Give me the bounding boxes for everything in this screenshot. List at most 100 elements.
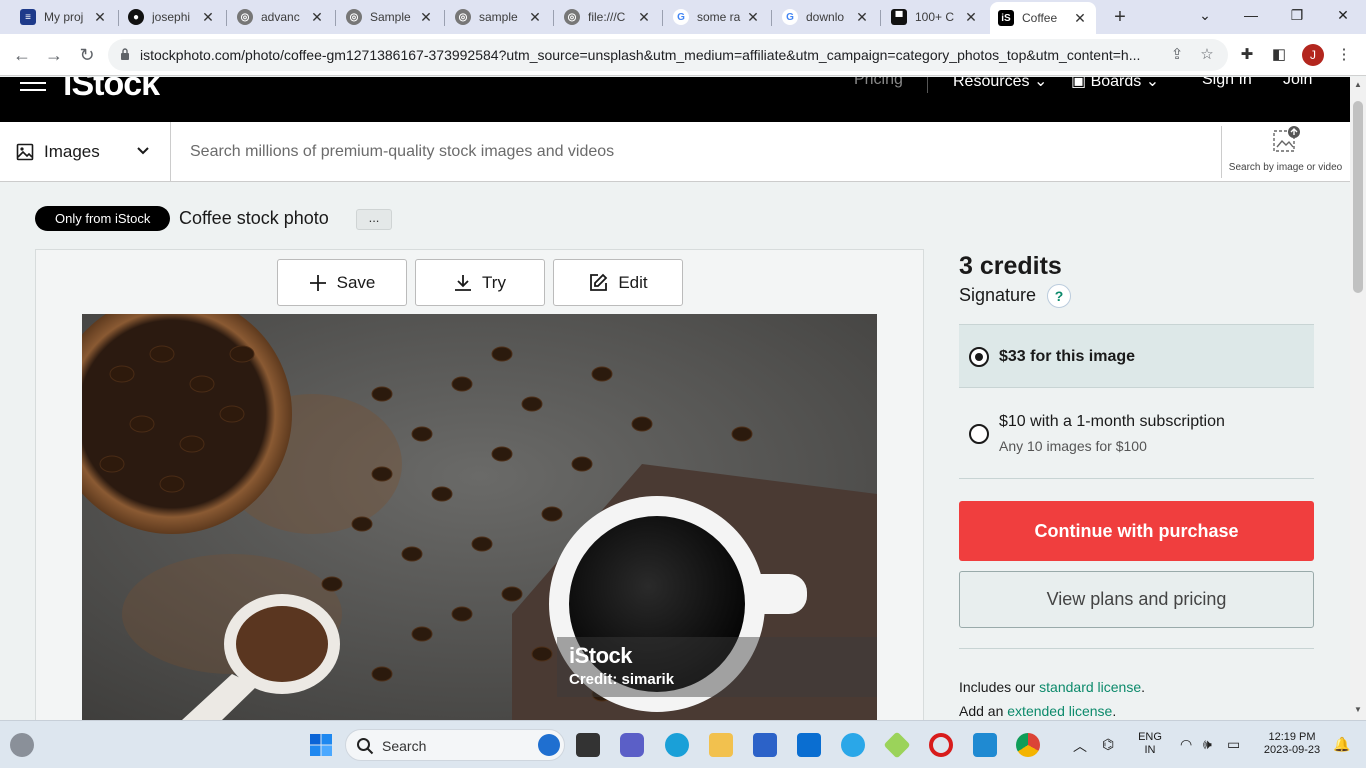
window-close-icon[interactable]: ✕ (1320, 0, 1366, 34)
close-icon[interactable]: ✕ (527, 9, 543, 26)
browser-tab[interactable]: ◎ sample ✕ (447, 2, 551, 32)
myhp-icon[interactable] (797, 733, 821, 757)
menu-kebab-icon[interactable]: ⋮ (1335, 46, 1353, 64)
browser-tab[interactable]: ◎ file:///C ✕ (556, 2, 660, 32)
kanban-icon: ≡ (20, 9, 36, 25)
tab-title: file:///C (588, 10, 626, 24)
taskbar: Search ︿ ⌬ ENG IN ◠ 🕪 ▭ 12:19 PM 2023-09… (0, 720, 1366, 768)
reload-icon[interactable]: ↻ (75, 43, 99, 67)
close-icon[interactable]: ✕ (745, 9, 761, 26)
browser-tab[interactable]: G downlo ✕ (774, 2, 878, 32)
save-button[interactable]: Save (277, 259, 407, 306)
chrome-icon[interactable] (1016, 733, 1040, 757)
search-by-image-button[interactable]: Search by image or video (1221, 126, 1349, 178)
wifi-icon[interactable]: ◠ (1180, 736, 1192, 753)
side-panel-icon[interactable]: ◧ (1270, 46, 1288, 64)
edit-pencil-icon (590, 273, 608, 291)
new-tab-button[interactable]: + (1108, 5, 1132, 29)
clock[interactable]: 12:19 PM 2023-09-23 (1258, 731, 1326, 757)
back-arrow-icon[interactable]: ← (10, 43, 34, 67)
media-type-select[interactable]: Images (0, 122, 171, 182)
close-icon[interactable]: ✕ (92, 9, 108, 26)
restore-icon[interactable]: ❐ (1274, 0, 1320, 34)
edge-icon[interactable] (665, 733, 689, 757)
file-explorer-icon[interactable] (709, 733, 733, 757)
tab-title: josephi (152, 10, 191, 24)
tray-overflow-chevron-icon[interactable]: ︿ (1073, 736, 1087, 756)
browser-tab[interactable]: ▀ 100+ C ✕ (883, 2, 987, 32)
language-code: ENG (1138, 731, 1162, 743)
kite-app-icon[interactable] (883, 731, 911, 759)
scroll-up-icon[interactable]: ▲ (1353, 80, 1363, 89)
bookmark-star-icon[interactable]: ☆ (1198, 46, 1216, 64)
share-icon[interactable]: ⇪ (1168, 46, 1186, 64)
globe-icon: ◎ (455, 9, 471, 25)
weather-widget-icon[interactable] (10, 733, 34, 757)
url-text[interactable]: istockphoto.com/photo/coffee-gm127138616… (140, 47, 1160, 63)
close-icon[interactable]: ✕ (418, 9, 434, 26)
close-icon[interactable]: ✕ (200, 9, 216, 26)
nav-sign-in[interactable]: Sign In (1202, 77, 1252, 89)
try-button[interactable]: Try (415, 259, 545, 306)
site-logo[interactable]: iStock (63, 77, 160, 104)
notification-icon[interactable]: 🔔 (1333, 736, 1350, 753)
volume-icon[interactable]: 🕪 (1203, 736, 1212, 753)
page-scrollbar[interactable]: ▲ ▼ (1350, 77, 1366, 720)
scrollbar-thumb[interactable] (1353, 101, 1363, 293)
teams-chat-icon[interactable] (620, 733, 644, 757)
radio-selected[interactable] (969, 347, 989, 367)
standard-license-link[interactable]: standard license (1039, 679, 1141, 695)
microsoft-store-icon[interactable] (753, 733, 777, 757)
extensions-puzzle-icon[interactable]: ✚ (1238, 46, 1256, 64)
close-icon[interactable]: ✕ (636, 9, 652, 26)
forward-arrow-icon[interactable]: → (42, 43, 66, 67)
browser-tab-active[interactable]: iS Coffee ✕ (990, 2, 1096, 34)
browser-tab[interactable]: ◎ Sample ✕ (338, 2, 442, 32)
tab-search-chevron-icon[interactable]: ⌄ (1182, 0, 1228, 34)
purchase-option-subscription[interactable]: $10 with a 1-month subscription Any 10 i… (959, 389, 1314, 479)
task-view-icon[interactable] (576, 733, 600, 757)
save-label: Save (336, 272, 376, 292)
windows-start-icon[interactable] (309, 733, 333, 757)
minimize-icon[interactable]: — (1228, 0, 1274, 34)
more-button[interactable]: ... (356, 209, 392, 230)
purchase-option-single[interactable]: $33 for this image (959, 324, 1314, 388)
opera-icon[interactable] (929, 733, 953, 757)
profile-avatar[interactable]: J (1302, 44, 1324, 66)
help-icon[interactable]: ? (1047, 284, 1071, 308)
collection-tier: Signature (959, 285, 1037, 305)
lock-icon (121, 48, 129, 60)
close-icon[interactable]: ✕ (309, 9, 325, 26)
browser-tab[interactable]: ● josephi ✕ (120, 2, 224, 32)
nav-pricing[interactable]: Pricing (854, 77, 903, 89)
browser-tab[interactable]: G some ra ✕ (665, 2, 769, 32)
exclusive-badge: Only from iStock (35, 206, 171, 231)
taskbar-search[interactable]: Search (345, 729, 565, 761)
hamburger-menu-icon[interactable] (20, 77, 46, 91)
close-icon[interactable]: ✕ (963, 9, 979, 26)
extended-license-link[interactable]: extended license (1007, 703, 1112, 719)
nav-join[interactable]: Join (1283, 77, 1312, 89)
network-activity-icon[interactable]: ⌬ (1102, 736, 1114, 753)
battery-icon[interactable]: ▭ (1227, 736, 1240, 753)
continue-purchase-button[interactable]: Continue with purchase (959, 501, 1314, 561)
view-plans-button[interactable]: View plans and pricing (959, 571, 1314, 628)
radio-unselected[interactable] (969, 424, 989, 444)
nav-resources[interactable]: Resources ⌄ (953, 77, 1047, 91)
nav-boards[interactable]: ▣ Boards ⌄ (1071, 77, 1159, 91)
chevron-down-icon (137, 147, 149, 155)
close-icon[interactable]: ✕ (1072, 10, 1088, 27)
search-input[interactable] (190, 140, 1200, 164)
tab-title: My proj (44, 10, 84, 24)
close-icon[interactable]: ✕ (854, 9, 870, 26)
edit-button[interactable]: Edit (553, 259, 683, 306)
vscode-icon[interactable] (973, 733, 997, 757)
browser-tab[interactable]: ◎ advanc ✕ (229, 2, 333, 32)
language-indicator[interactable]: ENG IN (1136, 731, 1164, 757)
taskbar-search-label: Search (382, 738, 427, 754)
globe-icon: ◎ (237, 9, 253, 25)
help-app-icon[interactable] (841, 733, 865, 757)
browser-tab[interactable]: ≡ My proj ✕ (12, 2, 116, 32)
scroll-down-icon[interactable]: ▼ (1353, 705, 1363, 714)
address-bar[interactable]: istockphoto.com/photo/coffee-gm127138616… (108, 39, 1228, 71)
